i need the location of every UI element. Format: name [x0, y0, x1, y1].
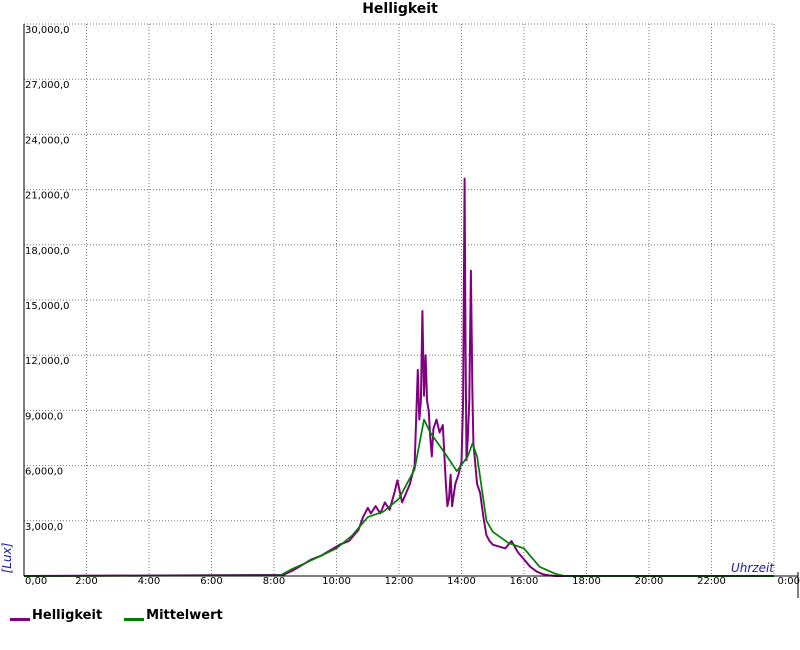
x-tick-label: 14:00 — [447, 576, 476, 587]
y-tick-label: 21,000,0 — [25, 191, 70, 202]
x-tick-label: 8:00 — [263, 576, 285, 587]
y-tick-label: 9,000,0 — [25, 411, 63, 422]
x-tick-label: 10:00 — [322, 576, 351, 587]
y-axis-label: [Lux] — [0, 542, 14, 573]
x-tick-label: 0:00 — [778, 576, 800, 587]
x-tick-label: 0,00 — [25, 576, 47, 587]
x-tick-label: 22:00 — [697, 576, 726, 587]
x-tick-label: 4:00 — [138, 576, 160, 587]
legend-label-mittelwert: Mittelwert — [146, 608, 223, 623]
x-axis-label: Uhrzeit — [731, 561, 775, 575]
y-tick-label: 3,000,0 — [25, 522, 63, 533]
chart-title: Helligkeit — [362, 1, 438, 17]
x-tick-label: 16:00 — [510, 576, 539, 587]
y-tick-label: 30,000,0 — [25, 25, 70, 36]
x-tick-label: 2:00 — [75, 576, 97, 587]
legend-swatch-helligkeit — [10, 618, 30, 621]
y-tick-label: 6,000,0 — [25, 467, 63, 478]
x-tick-label: 6:00 — [200, 576, 222, 587]
legend-item-mittelwert: Mittelwert — [124, 608, 223, 623]
y-tick-label: 18,000,0 — [25, 246, 70, 257]
grid-lines — [24, 23, 775, 576]
y-tick-label: 15,000,0 — [25, 301, 70, 312]
legend-item-helligkeit: Helligkeit — [10, 608, 102, 623]
legend-label-helligkeit: Helligkeit — [32, 608, 103, 623]
line-chart: Helligkeit 0,00 2:00 4:00 6:00 8:00 10:00 12:0… — [0, 1, 800, 598]
y-tick-label: 24,000,0 — [25, 135, 70, 146]
x-tick-label: 18:00 — [572, 576, 601, 587]
y-tick-label: 12,000,0 — [25, 356, 70, 367]
legend: Helligkeit Mittelwert — [10, 608, 223, 623]
legend-swatch-mittelwert — [124, 618, 145, 621]
y-tick-label: 27,000,0 — [25, 80, 70, 91]
tick-labels: 0,00 2:00 4:00 6:00 8:00 10:00 12:00 14:00 16:00… — [25, 25, 800, 587]
x-tick-label: 20:00 — [635, 576, 664, 587]
x-tick-label: 12:00 — [385, 576, 414, 587]
axes — [23, 24, 799, 598]
